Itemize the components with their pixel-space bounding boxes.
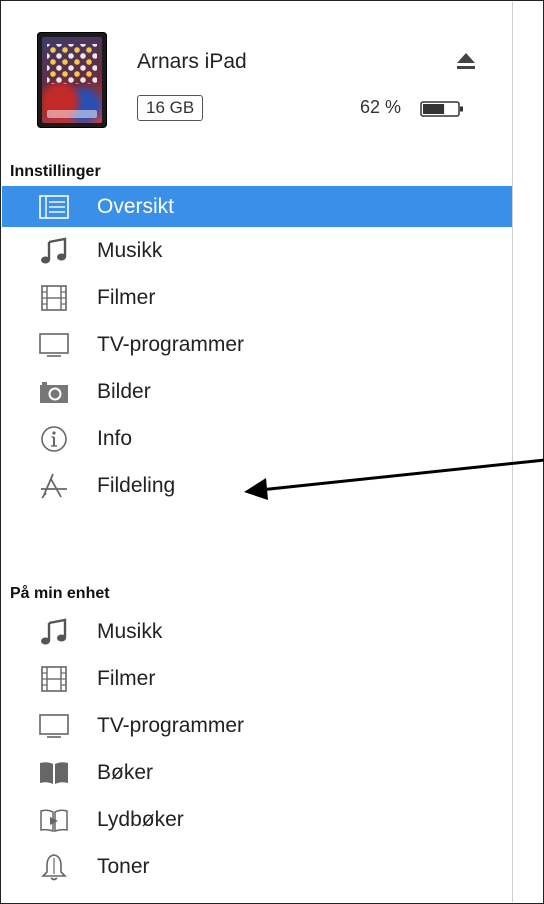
sidebar-item-label: Filmer	[97, 285, 156, 309]
sidebar-item-label: Toner	[97, 854, 150, 878]
on-device-section: På min enhet Musikk Filmer TV-programmer…	[2, 580, 512, 890]
sidebar-item-filmer[interactable]: Filmer	[2, 274, 512, 321]
sidebar-item-toner[interactable]: Toner	[2, 843, 512, 890]
sidebar-item-label: Bøker	[97, 760, 154, 784]
sidebar-item-filmer-device[interactable]: Filmer	[2, 655, 512, 702]
eject-icon[interactable]	[454, 50, 478, 72]
sidebar-item-label: Info	[97, 426, 133, 450]
app-store-icon	[36, 472, 72, 500]
settings-section-title: Innstillinger	[10, 163, 101, 180]
sidebar-item-label: Lydbøker	[97, 807, 184, 831]
sidebar-item-oversikt[interactable]: Oversikt	[2, 186, 512, 227]
sidebar-item-label: Musikk	[97, 619, 163, 643]
sidebar-item-tv-programmer[interactable]: TV-programmer	[2, 321, 512, 368]
info-icon	[36, 425, 72, 453]
list-icon	[36, 193, 72, 221]
tv-icon	[36, 331, 72, 359]
battery-icon	[420, 99, 466, 119]
sidebar-item-label: TV-programmer	[97, 332, 245, 356]
capacity-badge: 16 GB	[137, 95, 204, 121]
battery-percent: 62 %	[360, 97, 402, 117]
bell-icon	[36, 853, 72, 881]
camera-icon	[36, 378, 72, 406]
film-icon	[36, 665, 72, 693]
ipad-thumbnail	[37, 32, 107, 128]
on-device-section-title: På min enhet	[10, 585, 110, 602]
film-icon	[36, 284, 72, 312]
music-note-icon	[36, 618, 72, 646]
sidebar-item-label: Filmer	[97, 666, 156, 690]
sidebar-item-label: Oversikt	[97, 194, 175, 218]
tv-icon	[36, 712, 72, 740]
sidebar-item-label: Fildeling	[97, 473, 176, 497]
sidebar-item-lydboker[interactable]: Lydbøker	[2, 796, 512, 843]
sidebar-item-label: Musikk	[97, 238, 163, 262]
sidebar-item-label: Bilder	[97, 379, 151, 403]
audiobook-icon	[36, 806, 72, 834]
sidebar-item-boker[interactable]: Bøker	[2, 749, 512, 796]
sidebar-item-label: TV-programmer	[97, 713, 245, 737]
sidebar-item-musikk[interactable]: Musikk	[2, 227, 512, 274]
sidebar-item-tv-programmer-device[interactable]: TV-programmer	[2, 702, 512, 749]
book-icon	[36, 759, 72, 787]
device-header: Arnars iPad 16 GB 62 %	[2, 2, 512, 152]
sidebar-item-bilder[interactable]: Bilder	[2, 368, 512, 415]
sidebar-item-musikk-device[interactable]: Musikk	[2, 608, 512, 655]
annotation-arrow	[240, 440, 544, 520]
device-name: Arnars iPad	[137, 50, 247, 73]
music-note-icon	[36, 237, 72, 265]
